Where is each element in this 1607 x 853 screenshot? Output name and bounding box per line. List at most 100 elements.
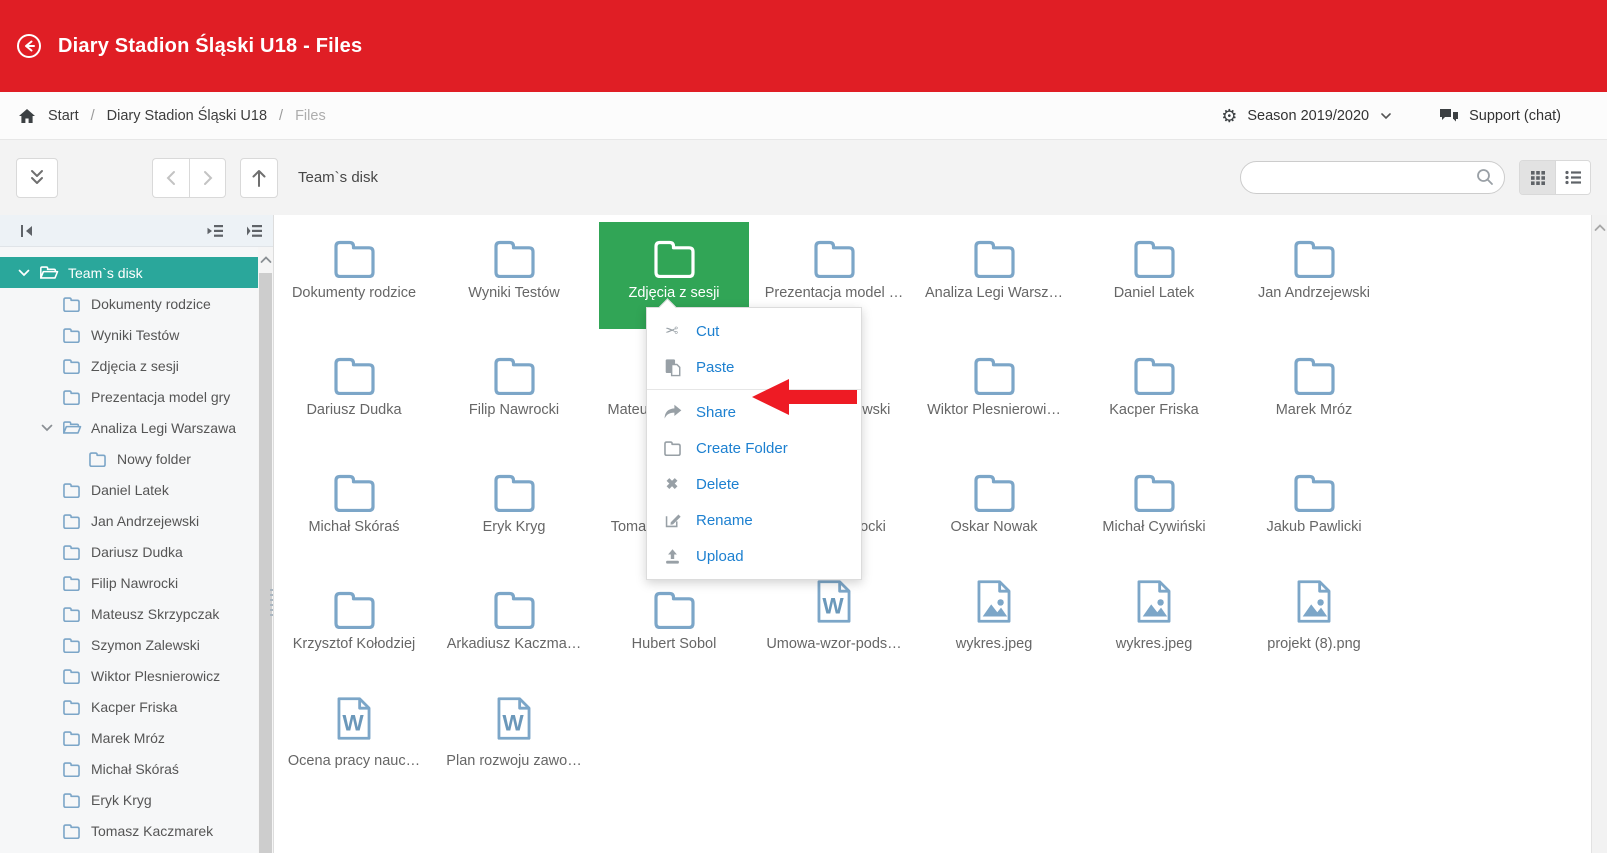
grid-view-button[interactable]: [1520, 161, 1555, 194]
back-nav-button[interactable]: [152, 158, 189, 198]
menu-item-cut[interactable]: ✂Cut: [647, 313, 861, 349]
sidebar-item-marek-mróz[interactable]: Marek Mróz: [0, 722, 258, 753]
sidebar-item-analiza-legi-warszawa[interactable]: Analiza Legi Warszawa: [0, 412, 258, 443]
menu-item-create-folder[interactable]: Create Folder: [647, 430, 861, 466]
sidebar-item-dokumenty-rodzice[interactable]: Dokumenty rodzice: [0, 288, 258, 319]
file-item-projekt-(8).png[interactable]: projekt (8).png: [1234, 573, 1394, 690]
sidebar-item-eryk-kryg[interactable]: Eryk Kryg: [0, 784, 258, 815]
folder-icon: [62, 296, 81, 312]
folder-item-analiza-legi-warsz-[interactable]: Analiza Legi Warsz…: [914, 222, 1074, 339]
toolbar: Team`s disk: [0, 140, 1607, 215]
splitter-grip[interactable]: [270, 589, 273, 619]
sidebar-item-jan-andrzejewski[interactable]: Jan Andrzejewski: [0, 505, 258, 536]
chat-icon[interactable]: [1439, 108, 1459, 124]
sidebar-item-nowy-folder[interactable]: Nowy folder: [0, 443, 258, 474]
file-item-wykres.jpeg[interactable]: wykres.jpeg: [1074, 573, 1234, 690]
file-item-plan-rozwoju-zawo-[interactable]: WPlan rozwoju zawo…: [434, 690, 594, 807]
sidebar-item-team-s-disk[interactable]: Team`s disk: [0, 257, 258, 288]
sidebar-item-mateusz-skrzypczak[interactable]: Mateusz Skrzypczak: [0, 598, 258, 629]
folder-item-krzysztof-kołodziej[interactable]: Krzysztof Kołodziej: [274, 573, 434, 690]
chevron-down-icon[interactable]: [18, 269, 30, 277]
list-view-button[interactable]: [1555, 161, 1590, 194]
sidebar-item-label: Jan Andrzejewski: [91, 513, 199, 529]
folder-item-dariusz-dudka[interactable]: Dariusz Dudka: [274, 339, 434, 456]
breadcrumb-item-diary[interactable]: Diary Stadion Śląski U18: [107, 108, 267, 124]
current-folder-label: Team`s disk: [298, 169, 378, 186]
folder-item-wiktor-plesnierowi-[interactable]: Wiktor Plesnierowi…: [914, 339, 1074, 456]
folder-icon: [62, 761, 81, 777]
collapse-panel-icon[interactable]: [20, 224, 35, 238]
breadcrumb-item-start[interactable]: Start: [48, 108, 79, 124]
sidebar-scrollbar[interactable]: [258, 247, 273, 853]
collapse-toolbar-button[interactable]: [16, 158, 58, 198]
sidebar-item-wiktor-plesnierowicz[interactable]: Wiktor Plesnierowicz: [0, 660, 258, 691]
menu-item-rename[interactable]: Rename: [647, 502, 861, 538]
folder-item-arkadiusz-kaczma-[interactable]: Arkadiusz Kaczma…: [434, 573, 594, 690]
menu-item-upload[interactable]: Upload: [647, 538, 861, 574]
sidebar-item-tomasz-kaczmarek[interactable]: Tomasz Kaczmarek: [0, 815, 258, 846]
scrollbar-thumb[interactable]: [259, 273, 272, 853]
folder-icon: [663, 440, 682, 456]
file-item-label: Jan Andrzejewski: [1258, 285, 1370, 301]
sidebar-item-label: Dokumenty rodzice: [91, 296, 211, 312]
sidebar-item-kacper-friska[interactable]: Kacper Friska: [0, 691, 258, 722]
folder-item-michał-cywiński[interactable]: Michał Cywiński: [1074, 456, 1234, 573]
folder-item-wyniki-testów[interactable]: Wyniki Testów: [434, 222, 594, 339]
back-icon[interactable]: [16, 33, 42, 59]
folder-item-hubert-sobol[interactable]: Hubert Sobol: [594, 573, 754, 690]
sidebar-item-label: Zdjęcia z sesji: [91, 358, 179, 374]
scroll-up-icon[interactable]: [260, 255, 272, 264]
sidebar-item-filip-nawrocki[interactable]: Filip Nawrocki: [0, 567, 258, 598]
sidebar-item-szymon-zalewski[interactable]: Szymon Zalewski: [0, 629, 258, 660]
expand-tree-icon[interactable]: [246, 224, 263, 238]
folder-icon: [62, 823, 81, 839]
home-icon[interactable]: [18, 108, 36, 124]
gear-icon[interactable]: ⚙: [1221, 107, 1237, 125]
chevron-right-icon: [203, 170, 213, 186]
file-item-ocena-pracy-nauc-[interactable]: WOcena pracy nauc…: [274, 690, 434, 807]
file-item-umowa-wzor-pods-[interactable]: WUmowa-wzor-pods…: [754, 573, 914, 690]
file-item-wykres.jpeg[interactable]: wykres.jpeg: [914, 573, 1074, 690]
folder-item-jakub-pawlicki[interactable]: Jakub Pawlicki: [1234, 456, 1394, 573]
folder-item-marek-mróz[interactable]: Marek Mróz: [1234, 339, 1394, 456]
season-selector[interactable]: Season 2019/2020: [1247, 108, 1369, 124]
folder-item-kacper-friska[interactable]: Kacper Friska: [1074, 339, 1234, 456]
support-chat-link[interactable]: Support (chat): [1469, 108, 1561, 124]
arrow-up-icon: [251, 168, 267, 188]
folder-icon: [62, 327, 81, 343]
scroll-up-icon[interactable]: [1594, 223, 1606, 232]
folder-icon: [88, 451, 107, 467]
folder-item-filip-nawrocki[interactable]: Filip Nawrocki: [434, 339, 594, 456]
menu-item-label: Upload: [696, 548, 744, 565]
sidebar-item-daniel-latek[interactable]: Daniel Latek: [0, 474, 258, 505]
folder-icon: [62, 792, 81, 808]
file-item-label: Umowa-wzor-pods…: [766, 636, 901, 652]
menu-item-delete[interactable]: ✖Delete: [647, 466, 861, 502]
folder-item-michał-skóraś[interactable]: Michał Skóraś: [274, 456, 434, 573]
sidebar-item-label: Tomasz Kaczmarek: [91, 823, 213, 839]
folder-item-dokumenty-rodzice[interactable]: Dokumenty rodzice: [274, 222, 434, 339]
chevron-down-icon[interactable]: [41, 424, 53, 432]
folder-item-oskar-nowak[interactable]: Oskar Nowak: [914, 456, 1074, 573]
file-item-label: Dariusz Dudka: [306, 402, 401, 418]
main-scrollbar[interactable]: [1591, 215, 1607, 853]
sidebar-item-michał-skóraś[interactable]: Michał Skóraś: [0, 753, 258, 784]
collapse-tree-icon[interactable]: [207, 224, 224, 238]
menu-item-label: Create Folder: [696, 440, 788, 457]
sidebar-item-label: Wyniki Testów: [91, 327, 179, 343]
folder-item-eryk-kryg[interactable]: Eryk Kryg: [434, 456, 594, 573]
forward-nav-button[interactable]: [189, 158, 226, 198]
sidebar-item-zdjęcia-z-sesji[interactable]: Zdjęcia z sesji: [0, 350, 258, 381]
file-item-label: wykres.jpeg: [1116, 636, 1193, 652]
sidebar-item-prezentacja-model-gry[interactable]: Prezentacja model gry: [0, 381, 258, 412]
folder-icon: [971, 354, 1018, 395]
up-directory-button[interactable]: [240, 158, 278, 198]
image-file-icon: [1135, 578, 1173, 625]
sidebar-item-wyniki-testów[interactable]: Wyniki Testów: [0, 319, 258, 350]
folder-item-daniel-latek[interactable]: Daniel Latek: [1074, 222, 1234, 339]
folder-item-jan-andrzejewski[interactable]: Jan Andrzejewski: [1234, 222, 1394, 339]
search-icon[interactable]: [1476, 168, 1494, 186]
search-input[interactable]: [1240, 161, 1505, 194]
sidebar-item-dariusz-dudka[interactable]: Dariusz Dudka: [0, 536, 258, 567]
sidebar-item-label: Marek Mróz: [91, 730, 165, 746]
